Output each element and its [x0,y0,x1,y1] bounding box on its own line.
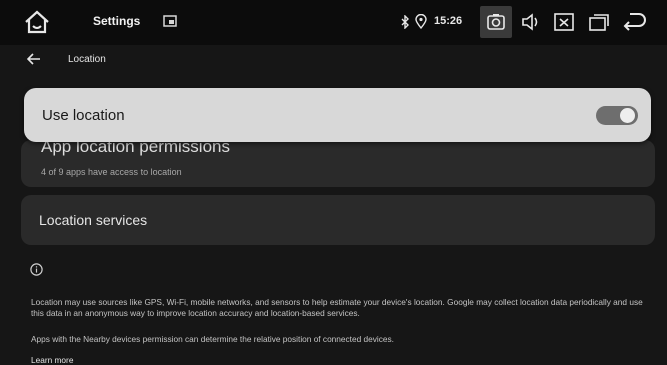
volume-icon[interactable] [520,11,542,33]
home-icon[interactable] [24,10,50,34]
back-icon[interactable] [622,10,648,34]
arrow-left-icon[interactable] [27,53,41,65]
page-title: Location [68,54,106,65]
use-location-row[interactable]: Use location [24,88,651,142]
app-name: Settings [93,14,141,28]
status-bar: Settings 15:26 [0,0,667,45]
app-location-permissions-item[interactable]: App location permissions 4 of 9 apps hav… [21,140,655,187]
toggle-knob [620,108,635,123]
bluetooth-icon [401,15,409,29]
use-location-label: Use location [42,107,125,124]
screenshot-button[interactable] [480,6,512,38]
location-pin-icon [415,14,427,29]
recents-icon[interactable] [587,11,611,33]
screen-off-icon[interactable] [553,11,575,33]
nearby-devices-text: Apps with the Nearby devices permission … [31,334,394,344]
location-info-text: Location may use sources like GPS, Wi-Fi… [31,297,643,318]
app-window-icon [163,15,177,27]
info-icon [30,263,43,276]
use-location-toggle[interactable] [596,106,638,125]
app-permissions-summary: 4 of 9 apps have access to location [41,167,182,177]
location-services-title: Location services [39,212,148,228]
top-app-bar: Location [0,45,667,73]
screenshot-icon [487,14,505,30]
location-services-item[interactable]: Location services [21,195,655,245]
status-time: 15:26 [434,15,463,27]
app-permissions-title: App location permissions [41,140,230,156]
